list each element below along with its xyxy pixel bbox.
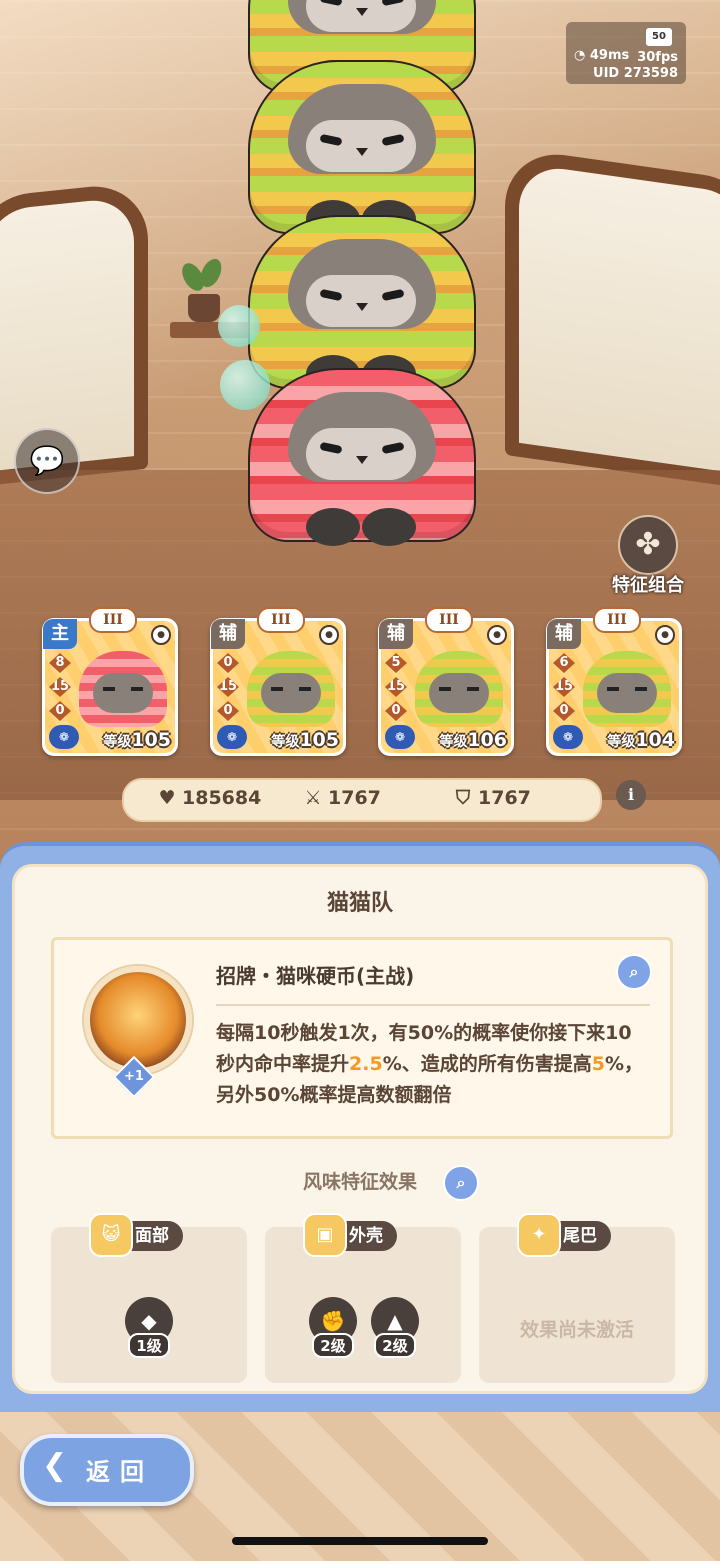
chat-bubble-icon: 💬	[29, 444, 65, 477]
skill-description: 每隔10秒触发1次，有50%的概率使你接下来10秒内命中率提升2.5%、造成的所…	[216, 1022, 644, 1106]
team-card[interactable]: 辅 III ● 6 15 0 ❁ 等级104	[546, 607, 682, 756]
cat-stack-main	[248, 368, 476, 546]
lock-icon[interactable]: ●	[655, 625, 675, 645]
uid-readout: UID 273598	[593, 66, 678, 81]
effect-shell[interactable]: ▣ 外壳 ✊ 2级 ▲ 2级	[265, 1213, 461, 1383]
cat-stack-2	[248, 60, 476, 238]
effect-inactive-text: 效果尚未激活	[519, 1319, 634, 1341]
cat-stack-3	[248, 215, 476, 393]
tier-badge: III	[425, 607, 473, 633]
paw-icon: ❁	[217, 725, 247, 749]
role-badge: 辅	[211, 619, 245, 649]
coin-skill-icon	[84, 966, 192, 1074]
effect-chip[interactable]: ◆ 1级	[123, 1297, 175, 1363]
lock-icon[interactable]: ●	[319, 625, 339, 645]
skill-box: +1 招牌・猫咪硬币(主战) ⌕ 每隔10秒触发1次，有50%的概率使你接下来1…	[51, 937, 673, 1139]
cat-portrait	[583, 651, 671, 727]
skill-name: 招牌・猫咪硬币(主战)	[216, 964, 415, 988]
team-card[interactable]: 辅 III ● 0 15 0 ❁ 等级105	[210, 607, 346, 756]
divider	[216, 1004, 650, 1006]
fps-readout: 30fps	[637, 50, 678, 65]
team-card[interactable]: 主 III ● 8 15 0 ❁ 等级105	[42, 607, 178, 756]
trait-combo-button[interactable]: ✤ 特征组合	[598, 515, 698, 596]
chat-button[interactable]: 💬	[14, 428, 80, 494]
trait-combo-label: 特征组合	[612, 575, 684, 596]
role-badge: 主	[43, 619, 77, 649]
lock-icon[interactable]: ●	[151, 625, 171, 645]
panel-title: 猫猫队	[326, 891, 393, 916]
effect-tag: ✦ 尾巴	[517, 1213, 611, 1257]
bubble-effect	[220, 360, 270, 410]
team-stats-bar: ♥ 185684 ⚔ 1767 ⛉ 1767	[122, 778, 602, 822]
role-badge: 辅	[379, 619, 413, 649]
zoom-icon[interactable]: ⌕	[443, 1165, 479, 1201]
crossed-swords-icon: ⚔	[304, 787, 322, 809]
cat-portrait	[79, 651, 167, 727]
home-indicator[interactable]	[232, 1537, 488, 1545]
info-icon[interactable]: i	[616, 780, 646, 810]
level-label: 等级105	[103, 729, 171, 751]
tier-badge: III	[257, 607, 305, 633]
effect-face[interactable]: 😺 面部 ◆ 1级	[51, 1213, 247, 1383]
role-badge: 辅	[547, 619, 581, 649]
effect-chip[interactable]: ✊ 2级	[307, 1297, 359, 1363]
level-label: 等级106	[439, 729, 507, 751]
back-arrow-icon: ❮	[42, 1448, 68, 1483]
team-panel: 猫猫队 +1 招牌・猫咪硬币(主战) ⌕ 每隔10秒触发1次，有50%的概率使你…	[0, 842, 720, 1412]
cat-portrait	[247, 651, 335, 727]
attack-stat: ⚔ 1767	[302, 787, 380, 809]
team-card[interactable]: 辅 III ● 5 15 0 ❁ 等级106	[378, 607, 514, 756]
level-label: 等级104	[607, 729, 675, 751]
tail-icon: ✦	[517, 1213, 561, 1257]
battery-icon: 50	[646, 28, 672, 46]
effect-tag: ▣ 外壳	[303, 1213, 397, 1257]
paw-icon: ❁	[553, 725, 583, 749]
effect-chip[interactable]: ▲ 2级	[369, 1297, 421, 1363]
paw-icon: ❁	[385, 725, 415, 749]
effect-tag: 😺 面部	[89, 1213, 183, 1257]
cat-face-icon: 😺	[89, 1213, 133, 1257]
clover-icon: ✤	[618, 515, 678, 575]
cat-portrait	[415, 651, 503, 727]
hp-stat: ♥ 185684	[156, 787, 261, 809]
window-right	[505, 146, 720, 492]
shell-icon: ▣	[303, 1213, 347, 1257]
lock-icon[interactable]: ●	[487, 625, 507, 645]
flavor-effects-title: 风味特征效果	[302, 1171, 417, 1193]
back-label: 返回	[86, 1458, 154, 1486]
paw-icon: ❁	[49, 725, 79, 749]
shield-icon: ⛉	[455, 787, 471, 809]
tier-badge: III	[89, 607, 137, 633]
bubble-effect	[218, 305, 260, 347]
potted-plant	[177, 255, 226, 322]
ping-readout: ◔ 49ms	[574, 48, 630, 63]
tier-badge: III	[593, 607, 641, 633]
heart-icon: ♥	[158, 787, 176, 809]
defense-stat: ⛉ 1767	[452, 787, 531, 809]
back-button[interactable]: ❮ 返回	[20, 1434, 194, 1506]
effect-tail[interactable]: ✦ 尾巴 效果尚未激活	[479, 1213, 675, 1383]
zoom-icon[interactable]: ⌕	[616, 954, 652, 990]
network-status: 50 ◔ 49ms 30fps UID 273598	[566, 22, 686, 84]
level-label: 等级105	[271, 729, 339, 751]
